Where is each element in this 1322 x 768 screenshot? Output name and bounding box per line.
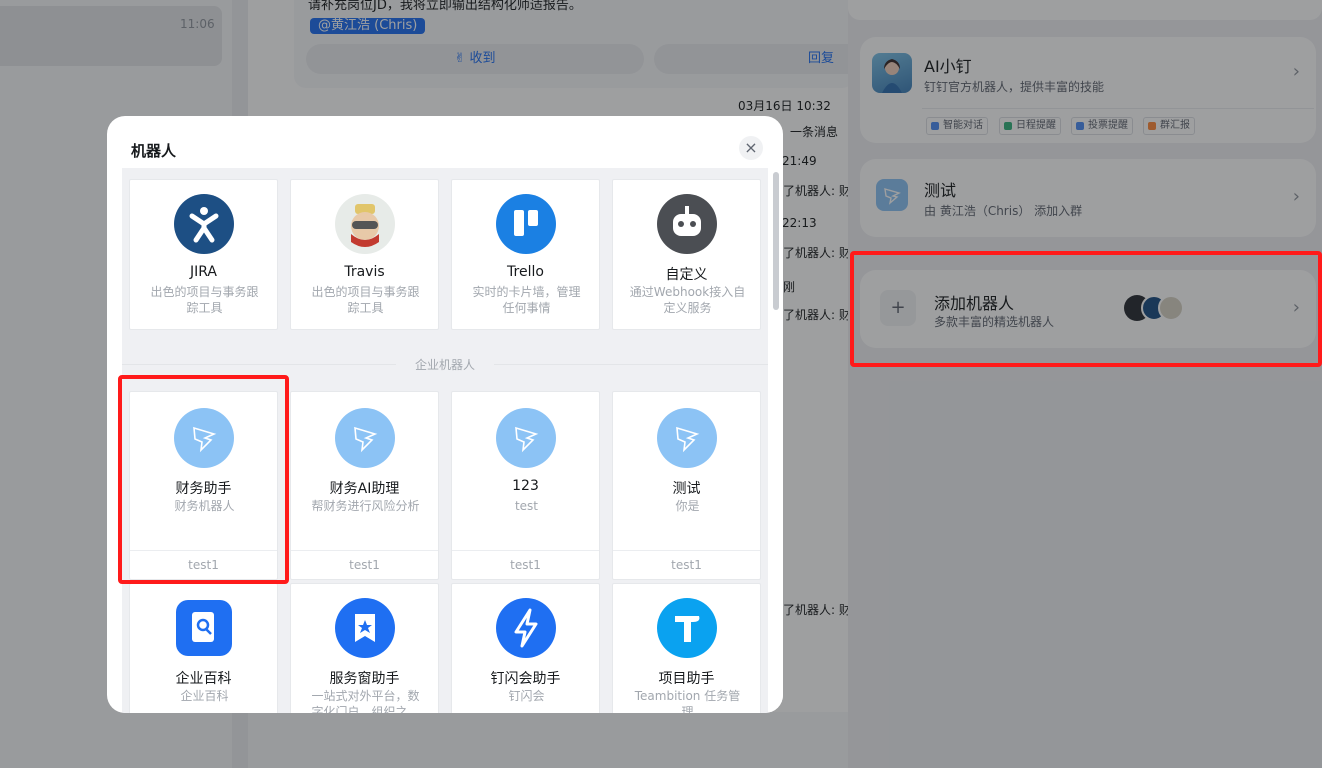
- dingtalk-icon: [496, 408, 556, 468]
- section-label: 企业机器人: [396, 352, 494, 378]
- lightning-icon: [496, 598, 556, 658]
- dingtalk-icon: [335, 408, 395, 468]
- travis-icon: [335, 194, 395, 254]
- custom-robot-icon: [657, 194, 717, 254]
- bot-creator: test1: [613, 550, 760, 579]
- bot-name: Travis: [344, 264, 385, 280]
- highlight-box: [118, 375, 289, 584]
- bot-desc: 钉闪会: [508, 689, 545, 703]
- bot-card-test[interactable]: 测试 你是 test1: [612, 391, 761, 580]
- bot-card-finance-ai[interactable]: 财务AI助理 帮财务进行风险分析 test1: [290, 391, 439, 580]
- bot-desc: test: [514, 499, 539, 513]
- bot-creator: test1: [452, 550, 599, 579]
- bot-desc: 帮财务进行风险分析: [311, 499, 420, 513]
- close-icon[interactable]: ×: [739, 136, 763, 160]
- bot-card-123[interactable]: 123 test test1: [451, 391, 600, 580]
- jira-icon: [174, 194, 234, 254]
- teambition-icon: [657, 598, 717, 658]
- bot-card-project[interactable]: 项目助手 Teambition 任务管理: [612, 583, 761, 713]
- bot-name: JIRA: [190, 264, 217, 280]
- bot-name: 钉闪会助手: [490, 671, 561, 687]
- bot-name: 123: [512, 478, 539, 494]
- bot-name: 服务窗助手: [329, 671, 400, 687]
- bot-desc: 一站式对外平台，数字化门户，组织之…: [311, 689, 420, 713]
- bot-name: 财务AI助理: [329, 481, 400, 497]
- modal-header: 机器人 ×: [107, 116, 783, 168]
- service-window-icon: [335, 598, 395, 658]
- highlight-box: [850, 251, 1322, 367]
- bot-desc: 出色的项目与事务跟踪工具: [311, 285, 420, 315]
- trello-icon: [496, 194, 556, 254]
- encyclopedia-icon: [176, 600, 232, 656]
- scrollbar-thumb[interactable]: [773, 172, 779, 310]
- bot-desc: 通过Webhook接入自定义服务: [629, 285, 746, 315]
- dingtalk-icon: [657, 408, 717, 468]
- bot-card-encyclopedia[interactable]: 企业百科 企业百科: [129, 583, 278, 713]
- bot-creator: test1: [291, 550, 438, 579]
- bot-card-flash-meeting[interactable]: 钉闪会助手 钉闪会: [451, 583, 600, 713]
- bot-desc: 企业百科: [180, 689, 229, 703]
- modal-title: 机器人: [131, 142, 177, 160]
- bot-name: 项目助手: [658, 671, 715, 687]
- bot-name: 测试: [672, 481, 701, 497]
- bot-desc: 你是: [675, 499, 700, 513]
- bot-card-jira[interactable]: JIRA 出色的项目与事务跟踪工具: [129, 179, 278, 330]
- bot-desc: Teambition 任务管理: [634, 689, 741, 713]
- bot-card-custom[interactable]: 自定义 通过Webhook接入自定义服务: [612, 179, 761, 330]
- bot-card-trello[interactable]: Trello 实时的卡片墙，管理任何事情: [451, 179, 600, 330]
- bot-name: Trello: [507, 264, 544, 280]
- bot-card-service-window[interactable]: 服务窗助手 一站式对外平台，数字化门户，组织之…: [290, 583, 439, 713]
- bot-desc: 出色的项目与事务跟踪工具: [150, 285, 259, 315]
- bot-desc: 实时的卡片墙，管理任何事情: [472, 285, 581, 315]
- bot-name: 企业百科: [175, 671, 232, 687]
- bot-card-travis[interactable]: Travis 出色的项目与事务跟踪工具: [290, 179, 439, 330]
- bot-name: 自定义: [665, 267, 708, 283]
